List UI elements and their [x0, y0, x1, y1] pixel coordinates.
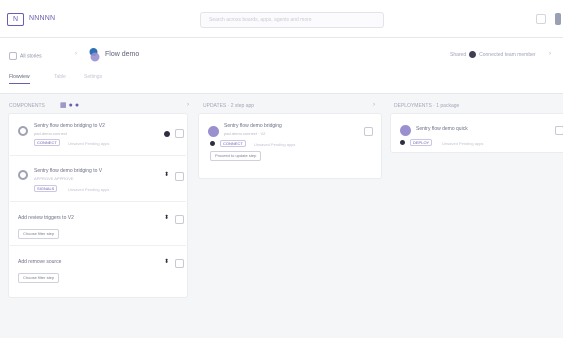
list-item[interactable]: Sentry flow demo bridging pad.demo.conne…: [200, 118, 380, 176]
app-brand[interactable]: NNNNN: [29, 15, 55, 22]
grid-icon[interactable]: [536, 14, 546, 24]
search-placeholder: Search across boards, apps, agents and m…: [209, 17, 312, 23]
status-icon: [18, 126, 28, 136]
tab-settings[interactable]: Settings: [84, 74, 102, 80]
proceed-button[interactable]: Proceed to update step: [210, 151, 262, 161]
avatar: [400, 125, 411, 136]
avatar: [469, 51, 477, 58]
arrow-icon[interactable]: ⬍: [164, 214, 169, 221]
choose-filter-button[interactable]: Choose filter step: [18, 229, 60, 239]
breadcrumb-separator: ›: [75, 51, 77, 57]
chevron-right-icon[interactable]: ›: [549, 51, 551, 57]
status-badge: DEPLOY: [410, 139, 433, 146]
arrow-icon[interactable]: ⬍: [164, 171, 169, 178]
item-title: Sentry flow demo quick: [416, 126, 468, 132]
share-user-text: Connected team member: [479, 51, 536, 58]
tab-flowview[interactable]: Flowview: [9, 74, 30, 84]
column-header: UPDATES · 2 step app: [203, 103, 255, 109]
checkbox[interactable]: [175, 129, 184, 138]
list-item[interactable]: Sentry flow demo bridging to V2 pad.demo…: [10, 118, 186, 156]
column-tools[interactable]: ▦●●: [60, 101, 81, 109]
share-label: Shared: [450, 51, 467, 58]
status-badge: CONNECT: [34, 139, 60, 146]
flow-icon: [89, 48, 100, 62]
item-subtitle: pad.demo.connect: [34, 131, 67, 136]
list-item[interactable]: Sentry flow demo bridging to V APPROVE A…: [10, 160, 186, 202]
back-icon: [9, 52, 17, 60]
arrow-icon[interactable]: ⬍: [164, 258, 169, 265]
item-note: Unsaved Pending apps: [442, 141, 484, 146]
item-note: Unsaved Pending apps: [68, 187, 110, 192]
share-controls[interactable]: Shared Connected team member: [450, 51, 536, 58]
add-icon[interactable]: ●: [75, 102, 81, 109]
back-label: All stories: [20, 53, 42, 60]
checkbox[interactable]: [175, 259, 184, 268]
record-icon[interactable]: [164, 131, 170, 137]
item-note: Unsaved Pending apps: [68, 141, 110, 146]
checkbox[interactable]: [555, 126, 563, 135]
avatar: [208, 126, 219, 137]
app-logo[interactable]: N: [7, 13, 24, 26]
back-button[interactable]: All stories: [9, 52, 42, 60]
page-title: Flow demo: [105, 51, 140, 58]
checkbox[interactable]: [175, 172, 184, 181]
list-item[interactable]: Add review triggers to V2 Choose filter …: [10, 210, 186, 246]
list-item[interactable]: Sentry flow demo quick DEPLOY Unsaved Pe…: [392, 118, 563, 150]
item-title: Sentry flow demo bridging: [224, 123, 282, 129]
tab-table[interactable]: Table: [54, 74, 66, 80]
list-item[interactable]: Add remove source Choose filter step ⬍: [10, 254, 186, 290]
status-badge: SIGNALS: [34, 185, 58, 192]
top-bar: N NNNNN Search across boards, apps, agen…: [0, 0, 563, 38]
column-header: DEPLOYMENTS · 1 package: [394, 103, 460, 109]
item-title: Sentry flow demo bridging to V2: [34, 123, 105, 129]
record-icon: [210, 141, 215, 146]
page-header: All stories › Flow demo Shared Connected …: [0, 38, 563, 94]
chevron-right-icon[interactable]: ›: [373, 102, 375, 108]
chevron-right-icon[interactable]: ›: [187, 102, 189, 108]
item-subtitle: APPROVE APPROVE: [34, 176, 74, 181]
item-title: Sentry flow demo bridging to V: [34, 168, 103, 174]
checkbox[interactable]: [364, 127, 373, 136]
item-title: Add review triggers to V2: [18, 215, 74, 221]
filter-icon[interactable]: ▦: [60, 102, 69, 109]
item-title: Add remove source: [18, 259, 62, 265]
item-note: Unsaved Pending apps: [254, 142, 296, 147]
status-icon: [18, 170, 28, 180]
column-header: COMPONENTS: [9, 103, 45, 109]
user-icon[interactable]: [555, 13, 561, 25]
choose-filter-button[interactable]: Choose filter step: [18, 273, 60, 283]
checkbox[interactable]: [175, 215, 184, 224]
item-subtitle: pad.demo.connect · V2: [224, 131, 266, 136]
status-badge: CONNECT: [220, 140, 246, 147]
record-icon: [400, 140, 405, 145]
search-input[interactable]: Search across boards, apps, agents and m…: [200, 12, 384, 28]
